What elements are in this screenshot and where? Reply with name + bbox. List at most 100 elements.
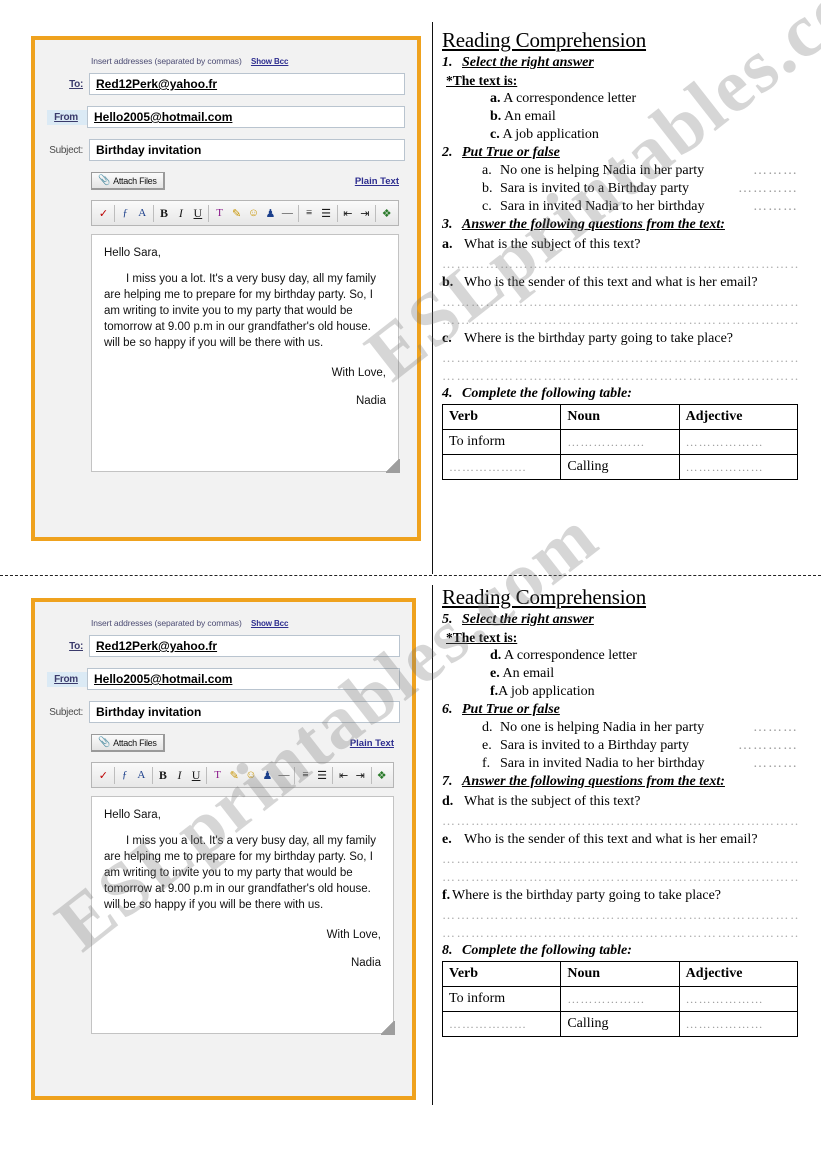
align-icon[interactable]: ≡	[297, 765, 314, 785]
email-compose-panel-top: Insert addresses (separated by commas) S…	[31, 36, 421, 541]
font-size-icon[interactable]: A	[134, 203, 151, 223]
open-question: a. What is the subject of this text?	[442, 237, 798, 253]
bullet-list-icon[interactable]: ☰	[314, 765, 331, 785]
email-signoff: With Love,	[326, 929, 381, 941]
to-input[interactable]: Red12Perk@yahoo.fr	[89, 635, 400, 657]
worksheet-questions-bottom: Reading Comprehension 5. Select the righ…	[441, 585, 799, 1037]
open-question-a-text: What is the subject of this text?	[464, 237, 641, 252]
insert-link-icon[interactable]: ❖	[378, 203, 395, 223]
show-bcc-link[interactable]: Show Bcc	[251, 57, 289, 66]
plain-text-link[interactable]: Plain Text	[350, 738, 394, 749]
option-e[interactable]: e. An email	[490, 666, 798, 682]
toolbar-separator	[151, 766, 153, 784]
spellcheck-icon[interactable]: ✓	[95, 203, 112, 223]
indent-decrease-icon[interactable]: ⇤	[335, 765, 352, 785]
underline-icon[interactable]: U	[189, 203, 206, 223]
horizontal-rule-icon[interactable]: —	[276, 765, 293, 785]
toolbar-separator	[332, 766, 334, 784]
indent-increase-icon[interactable]: ⇥	[352, 765, 369, 785]
answer-line[interactable]: ……………………………………………………………………………………………………………	[442, 294, 798, 309]
table-cell-adj-1[interactable]: ………………	[678, 429, 799, 455]
resize-grip-icon[interactable]	[386, 459, 400, 473]
bullet-list-icon[interactable]: ☰	[318, 203, 335, 223]
indent-decrease-icon[interactable]: ⇤	[339, 203, 356, 223]
italic-icon[interactable]: I	[171, 765, 188, 785]
answer-line[interactable]: ……………………………………………………………………………………………………………	[442, 907, 798, 922]
answer-line[interactable]: ……………………………………………………………………………………………………………	[442, 368, 798, 383]
answer-line[interactable]: ……………………………………………………………………………………………………………	[442, 851, 798, 866]
option-e-text: An email	[502, 666, 555, 681]
option-f-letter: f.	[490, 684, 499, 699]
emoticon-icon[interactable]: ☺	[243, 765, 260, 785]
table-cell-verb-2[interactable]: ………………	[441, 454, 562, 480]
underline-icon[interactable]: U	[188, 765, 205, 785]
spellcheck-icon[interactable]: ✓	[95, 765, 112, 785]
font-family-icon[interactable]: ƒ	[117, 203, 134, 223]
answer-line[interactable]: ……………………………………………………………………………………………………………	[442, 813, 798, 828]
plain-text-link[interactable]: Plain Text	[355, 176, 399, 187]
bold-icon[interactable]: B	[155, 765, 172, 785]
answer-line[interactable]: ……………………………………………………………………………………………………………	[442, 256, 798, 271]
from-label: From	[47, 109, 87, 125]
from-input[interactable]: Hello2005@hotmail.com	[87, 668, 400, 690]
horizontal-rule-icon[interactable]: —	[279, 203, 296, 223]
option-f[interactable]: f.A job application	[490, 684, 798, 700]
toolbar-separator	[113, 204, 115, 222]
answer-line[interactable]: ……………………………………………………………………………………………………………	[442, 312, 798, 327]
attach-files-button[interactable]: 📎 Attach Files	[91, 734, 165, 752]
option-a[interactable]: a. A correspondence letter	[490, 91, 798, 107]
text-color-icon[interactable]: T	[209, 765, 226, 785]
text-color-icon[interactable]: T	[211, 203, 228, 223]
table-cell-noun-1[interactable]: ………………	[560, 429, 680, 455]
attach-files-button[interactable]: 📎 Attach Files	[91, 172, 165, 190]
email-body-editor[interactable]: Hello Sara, I miss you a lot. It's a ver…	[91, 796, 395, 1035]
answer-line[interactable]: ……………………………………………………………………………………………………………	[442, 869, 798, 884]
italic-icon[interactable]: I	[172, 203, 189, 223]
truefalse-item[interactable]: e. Sara is invited to a Birthday party ……	[482, 738, 798, 754]
table-cell-adj-2[interactable]: ………………	[678, 1011, 799, 1037]
table-cell-adj-1[interactable]: ………………	[678, 986, 799, 1012]
truefalse-item[interactable]: b. Sara is invited to a Birthday party ……	[482, 181, 798, 197]
table-cell-verb-2[interactable]: ………………	[441, 1011, 562, 1037]
option-c[interactable]: c. A job application	[490, 127, 798, 143]
table-cell-adj-2[interactable]: ………………	[678, 454, 799, 480]
emoticon-icon[interactable]: ☺	[245, 203, 262, 223]
highlighter-icon[interactable]: ✎	[226, 765, 243, 785]
subject-input[interactable]: Birthday invitation	[89, 139, 405, 161]
toolbar-separator	[375, 204, 377, 222]
truefalse-f-blank: ………	[753, 756, 798, 771]
to-input[interactable]: Red12Perk@yahoo.fr	[89, 73, 405, 95]
subject-value: Birthday invitation	[96, 705, 202, 719]
font-family-icon[interactable]: ƒ	[116, 765, 133, 785]
truefalse-item[interactable]: f. Sara in invited Nadia to her birthday…	[482, 756, 798, 772]
align-icon[interactable]: ≡	[301, 203, 318, 223]
subject-input[interactable]: Birthday invitation	[89, 701, 400, 723]
from-input[interactable]: Hello2005@hotmail.com	[87, 106, 405, 128]
open-question: e. Who is the sender of this text and wh…	[442, 832, 798, 848]
table-row: To inform ……………… ………………	[441, 429, 799, 455]
toolbar-separator	[152, 204, 154, 222]
truefalse-item[interactable]: a. No one is helping Nadia in her party …	[482, 163, 798, 179]
insert-link-icon[interactable]: ❖	[373, 765, 390, 785]
page-half-divider	[0, 575, 821, 576]
insert-image-icon[interactable]: ♟	[259, 765, 276, 785]
table-cell-noun-1[interactable]: ………………	[560, 986, 680, 1012]
toolbar-separator	[294, 766, 296, 784]
answer-line[interactable]: ……………………………………………………………………………………………………………	[442, 925, 798, 940]
bold-icon[interactable]: B	[156, 203, 173, 223]
question-4-text: Complete the following table:	[462, 386, 632, 401]
answer-line[interactable]: ……………………………………………………………………………………………………………	[442, 350, 798, 365]
font-size-icon[interactable]: A	[133, 765, 150, 785]
show-bcc-link[interactable]: Show Bcc	[251, 619, 289, 628]
truefalse-item[interactable]: d. No one is helping Nadia in her party …	[482, 720, 798, 736]
truefalse-item[interactable]: c. Sara in invited Nadia to her birthday…	[482, 199, 798, 215]
resize-grip-icon[interactable]	[381, 1021, 395, 1035]
insert-image-icon[interactable]: ♟	[262, 203, 279, 223]
email-compose-inner: Insert addresses (separated by commas) S…	[35, 602, 412, 1096]
address-hint-row: Insert addresses (separated by commas) S…	[91, 56, 405, 66]
email-body-editor[interactable]: Hello Sara, I miss you a lot. It's a ver…	[91, 234, 400, 473]
indent-increase-icon[interactable]: ⇥	[356, 203, 373, 223]
option-d[interactable]: d. A correspondence letter	[490, 648, 798, 664]
highlighter-icon[interactable]: ✎	[228, 203, 245, 223]
option-b[interactable]: b. An email	[490, 109, 798, 125]
